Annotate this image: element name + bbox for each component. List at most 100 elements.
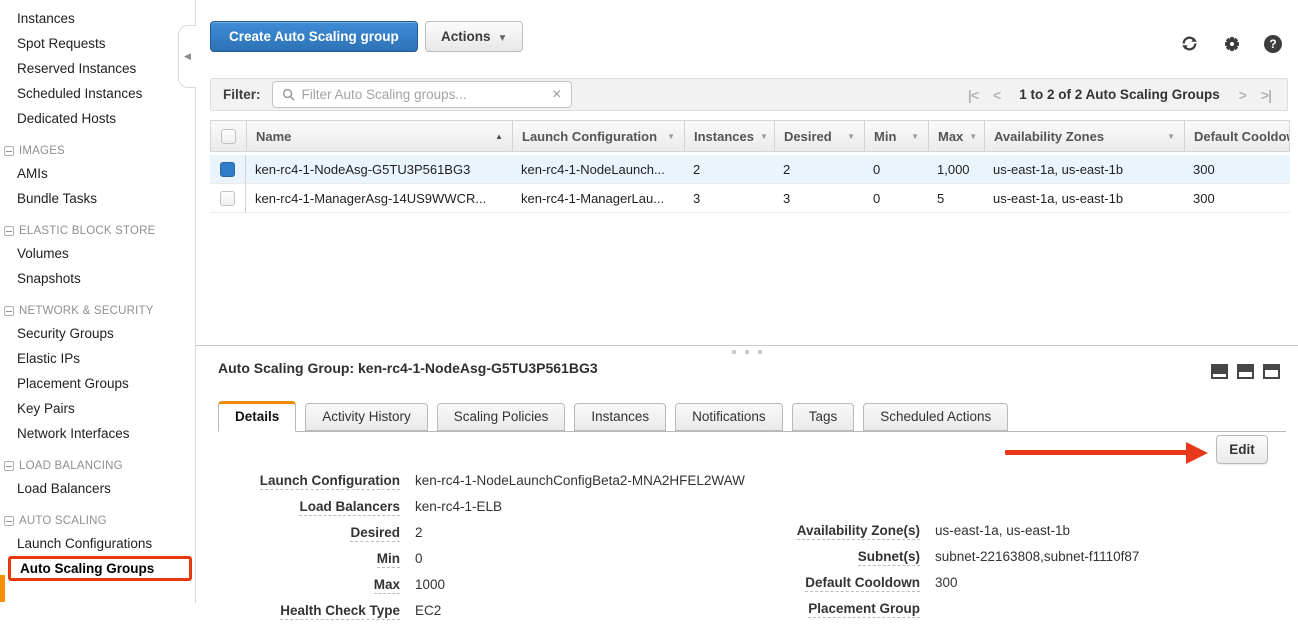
select-all-checkbox[interactable] bbox=[221, 129, 236, 144]
field-desired: Desired 2 bbox=[218, 525, 745, 540]
first-page-button[interactable]: |< bbox=[968, 87, 978, 103]
panel-resize-handle[interactable] bbox=[732, 350, 762, 354]
annotation-arrow bbox=[1005, 450, 1187, 455]
field-label: Max bbox=[374, 577, 400, 594]
collapse-section-icon[interactable] bbox=[4, 516, 14, 526]
row-checkbox-cell bbox=[210, 155, 246, 183]
create-auto-scaling-group-button[interactable]: Create Auto Scaling group bbox=[210, 21, 418, 52]
field-label: Health Check Type bbox=[280, 603, 400, 620]
field-load-balancers: Load Balancers ken-rc4-1-ELB bbox=[218, 499, 745, 514]
row-checkbox[interactable] bbox=[220, 162, 235, 177]
sidebar-item-reserved-instances[interactable]: Reserved Instances bbox=[0, 56, 195, 81]
sidebar-section-label: ELASTIC BLOCK STORE bbox=[19, 225, 156, 237]
sidebar-item-auto-scaling-groups[interactable]: Auto Scaling Groups bbox=[8, 556, 192, 581]
sidebar: Instances Spot Requests Reserved Instanc… bbox=[0, 0, 196, 603]
field-value: ken-rc4-1-NodeLaunchConfigBeta2-MNA2HFEL… bbox=[415, 473, 745, 488]
refresh-icon[interactable] bbox=[1180, 34, 1199, 53]
details-panel: Auto Scaling Group: ken-rc4-1-NodeAsg-G5… bbox=[196, 345, 1298, 603]
edit-button[interactable]: Edit bbox=[1216, 435, 1268, 464]
sidebar-item-security-groups[interactable]: Security Groups bbox=[0, 321, 195, 346]
cell-instances: 3 bbox=[684, 184, 774, 212]
layout-large-pane-icon[interactable] bbox=[1263, 364, 1280, 379]
sidebar-item-launch-configurations[interactable]: Launch Configurations bbox=[0, 531, 195, 556]
filter-bar: Filter: × |< < 1 to 2 of 2 Auto Scaling … bbox=[210, 78, 1288, 111]
sort-icon: ▼ bbox=[841, 132, 855, 141]
gear-icon[interactable] bbox=[1223, 35, 1240, 52]
layout-small-pane-icon[interactable] bbox=[1211, 364, 1228, 379]
field-placement-group: Placement Group bbox=[770, 601, 1139, 616]
actions-dropdown-button[interactable]: Actions▼ bbox=[425, 21, 523, 52]
field-health-check-type: Health Check Type EC2 bbox=[218, 603, 745, 618]
sidebar-collapse-handle[interactable]: ◀ bbox=[178, 25, 196, 88]
filter-search-box[interactable]: × bbox=[272, 81, 572, 108]
tab-instances[interactable]: Instances bbox=[574, 403, 666, 431]
filter-search-input[interactable] bbox=[302, 87, 546, 102]
cell-instances: 2 bbox=[684, 155, 774, 183]
collapse-section-icon[interactable] bbox=[4, 226, 14, 236]
sidebar-item-instances[interactable]: Instances bbox=[0, 6, 195, 31]
layout-half-pane-icon[interactable] bbox=[1237, 364, 1254, 379]
sidebar-section-label: NETWORK & SECURITY bbox=[19, 305, 154, 317]
sidebar-item-snapshots[interactable]: Snapshots bbox=[0, 266, 195, 291]
cell-min: 0 bbox=[864, 155, 928, 183]
row-checkbox[interactable] bbox=[220, 191, 235, 206]
sidebar-section-images[interactable]: IMAGES bbox=[4, 145, 195, 157]
column-header-min[interactable]: Min ▼ bbox=[865, 121, 929, 151]
sidebar-section-load-balancing[interactable]: LOAD BALANCING bbox=[4, 460, 195, 472]
cell-max: 5 bbox=[928, 184, 984, 212]
sidebar-item-placement-groups[interactable]: Placement Groups bbox=[0, 371, 195, 396]
tab-scheduled-actions[interactable]: Scheduled Actions bbox=[863, 403, 1008, 431]
clear-filter-icon[interactable]: × bbox=[552, 87, 561, 103]
column-header-instances[interactable]: Instances ▼ bbox=[685, 121, 775, 151]
sidebar-item-key-pairs[interactable]: Key Pairs bbox=[0, 396, 195, 421]
field-value: 1000 bbox=[415, 577, 445, 592]
column-header-launch-configuration[interactable]: Launch Configuration ▼ bbox=[513, 121, 685, 151]
sidebar-section-auto-scaling[interactable]: AUTO SCALING bbox=[4, 515, 195, 527]
sidebar-item-amis[interactable]: AMIs bbox=[0, 161, 195, 186]
previous-page-button[interactable]: < bbox=[993, 87, 1000, 103]
collapse-section-icon[interactable] bbox=[4, 461, 14, 471]
cell-availability-zones: us-east-1a, us-east-1b bbox=[984, 155, 1184, 183]
sidebar-item-scheduled-instances[interactable]: Scheduled Instances bbox=[0, 81, 195, 106]
field-default-cooldown: Default Cooldown 300 bbox=[770, 575, 1139, 590]
last-page-button[interactable]: >| bbox=[1261, 87, 1271, 103]
field-value: 0 bbox=[415, 551, 423, 566]
column-header-max[interactable]: Max ▼ bbox=[929, 121, 985, 151]
tab-notifications[interactable]: Notifications bbox=[675, 403, 783, 431]
collapse-section-icon[interactable] bbox=[4, 146, 14, 156]
cell-default-cooldown: 300 bbox=[1184, 184, 1290, 212]
tab-scaling-policies[interactable]: Scaling Policies bbox=[437, 403, 566, 431]
field-label: Placement Group bbox=[808, 601, 920, 618]
help-icon[interactable]: ? bbox=[1264, 35, 1282, 53]
cell-max: 1,000 bbox=[928, 155, 984, 183]
sidebar-item-elastic-ips[interactable]: Elastic IPs bbox=[0, 346, 195, 371]
sidebar-item-bundle-tasks[interactable]: Bundle Tasks bbox=[0, 186, 195, 211]
sidebar-section-network-security[interactable]: NETWORK & SECURITY bbox=[4, 305, 195, 317]
sidebar-item-spot-requests[interactable]: Spot Requests bbox=[0, 31, 195, 56]
next-page-button[interactable]: > bbox=[1239, 87, 1246, 103]
field-min: Min 0 bbox=[218, 551, 745, 566]
column-header-availability-zones[interactable]: Availability Zones ▼ bbox=[985, 121, 1185, 151]
chevron-down-icon: ▼ bbox=[498, 33, 508, 44]
column-header-default-cooldown[interactable]: Default Cooldown bbox=[1185, 121, 1289, 151]
pagination: |< < 1 to 2 of 2 Auto Scaling Groups > >… bbox=[968, 87, 1287, 103]
sort-icon: ▼ bbox=[963, 132, 977, 141]
sidebar-item-load-balancers[interactable]: Load Balancers bbox=[0, 476, 195, 501]
tab-tags[interactable]: Tags bbox=[792, 403, 855, 431]
tab-details[interactable]: Details bbox=[218, 401, 296, 432]
column-header-desired[interactable]: Desired ▼ bbox=[775, 121, 865, 151]
cell-default-cooldown: 300 bbox=[1184, 155, 1290, 183]
tab-activity-history[interactable]: Activity History bbox=[305, 403, 428, 431]
sidebar-item-dedicated-hosts[interactable]: Dedicated Hosts bbox=[0, 106, 195, 131]
collapse-section-icon[interactable] bbox=[4, 306, 14, 316]
sidebar-item-volumes[interactable]: Volumes bbox=[0, 241, 195, 266]
table-row[interactable]: ken-rc4-1-ManagerAsg-14US9WWCR... ken-rc… bbox=[210, 184, 1290, 213]
cell-desired: 3 bbox=[774, 184, 864, 212]
select-all-checkbox-cell bbox=[211, 121, 247, 151]
field-subnets: Subnet(s) subnet-22163808,subnet-f1110f8… bbox=[770, 549, 1139, 564]
sidebar-section-elastic-block-store[interactable]: ELASTIC BLOCK STORE bbox=[4, 225, 195, 237]
sidebar-section-label: LOAD BALANCING bbox=[19, 460, 123, 472]
column-header-name[interactable]: Name ▲ bbox=[247, 121, 513, 151]
table-row[interactable]: ken-rc4-1-NodeAsg-G5TU3P561BG3 ken-rc4-1… bbox=[210, 155, 1290, 184]
sidebar-item-network-interfaces[interactable]: Network Interfaces bbox=[0, 421, 195, 446]
